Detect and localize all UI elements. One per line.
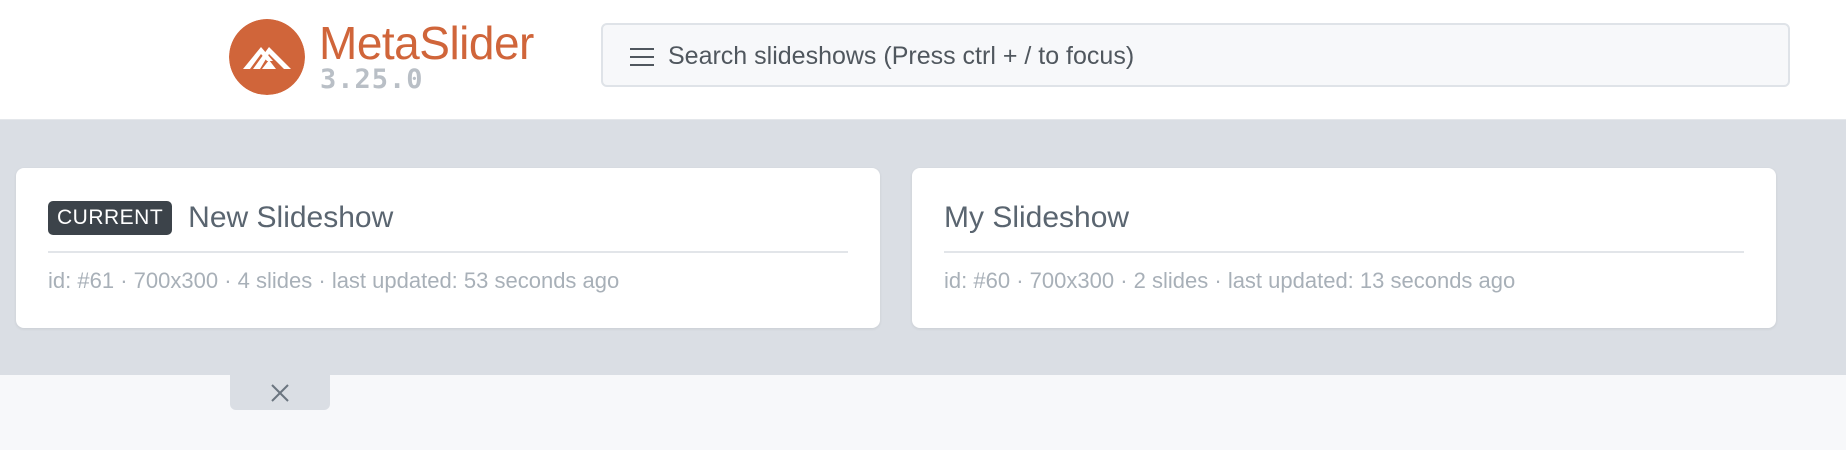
close-panel-button[interactable] bbox=[230, 375, 330, 410]
slideshow-size: 700x300 bbox=[1029, 268, 1115, 293]
slideshow-last-updated: last updated: 13 seconds ago bbox=[1227, 268, 1516, 293]
slideshow-id: id: #60 bbox=[944, 268, 1011, 293]
search-placeholder: Search slideshows (Press ctrl + / to foc… bbox=[668, 42, 1135, 70]
metaslider-logo-icon bbox=[229, 19, 305, 95]
version-label: 3.25.0 bbox=[320, 64, 424, 95]
divider bbox=[944, 251, 1744, 253]
current-badge: CURRENT bbox=[48, 201, 173, 235]
slideshow-title-row: CURRENT New Slideshow bbox=[48, 200, 393, 236]
menu-icon bbox=[630, 48, 654, 66]
meta-separator: · bbox=[1214, 268, 1222, 293]
slideshow-meta: id: #61 · 700x300 · 4 slides · last upda… bbox=[48, 268, 619, 294]
slideshow-size: 700x300 bbox=[133, 268, 219, 293]
slideshow-card[interactable]: CURRENT New Slideshow id: #61 · 700x300 … bbox=[16, 168, 880, 328]
slideshow-slide-count: 2 slides bbox=[1133, 268, 1209, 293]
search-input[interactable]: Search slideshows (Press ctrl + / to foc… bbox=[601, 23, 1790, 87]
slideshow-meta: id: #60 · 700x300 · 2 slides · last upda… bbox=[944, 268, 1515, 294]
meta-separator: · bbox=[1120, 268, 1128, 293]
meta-separator: · bbox=[224, 268, 232, 293]
brand-name: MetaSlider bbox=[319, 17, 534, 69]
close-icon bbox=[271, 384, 289, 402]
header-bar: MetaSlider 3.25.0 Search slideshows (Pre… bbox=[0, 0, 1846, 120]
divider bbox=[48, 251, 848, 253]
slideshow-card[interactable]: My Slideshow id: #60 · 700x300 · 2 slide… bbox=[912, 168, 1776, 328]
meta-separator: · bbox=[1016, 268, 1024, 293]
slideshow-title: My Slideshow bbox=[944, 201, 1130, 234]
slideshow-title-row: My Slideshow bbox=[944, 200, 1129, 236]
slideshow-id: id: #61 bbox=[48, 268, 115, 293]
brand-part-slider: Slider bbox=[419, 17, 534, 69]
slideshow-slide-count: 4 slides bbox=[237, 268, 313, 293]
meta-separator: · bbox=[318, 268, 326, 293]
slideshow-title: New Slideshow bbox=[188, 201, 394, 234]
meta-separator: · bbox=[120, 268, 128, 293]
brand-part-meta: Meta bbox=[319, 17, 420, 69]
slideshow-last-updated: last updated: 53 seconds ago bbox=[331, 268, 620, 293]
